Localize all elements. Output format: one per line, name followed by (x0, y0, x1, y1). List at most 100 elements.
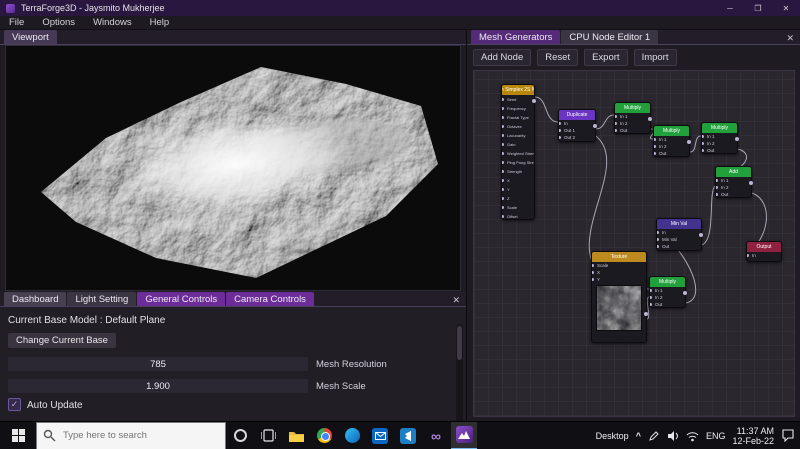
input-pin[interactable] (502, 152, 504, 155)
input-pin[interactable] (650, 289, 652, 292)
input-pin[interactable] (702, 149, 704, 152)
input-pin[interactable] (654, 152, 656, 155)
edge-button[interactable] (338, 422, 366, 449)
language-indicator[interactable]: ENG (706, 431, 726, 441)
close-button[interactable]: ✕ (772, 0, 800, 16)
output-pin[interactable] (648, 117, 652, 121)
taskbar-clock[interactable]: 11:37 AM 12-Feb-22 (732, 426, 774, 446)
output-pin[interactable] (532, 99, 536, 103)
menu-help[interactable]: Help (141, 16, 179, 29)
task-view-button[interactable] (254, 422, 282, 449)
menu-file[interactable]: File (0, 16, 33, 29)
node-multiply-4[interactable]: Multiply In 1 In 2 Out (649, 276, 687, 308)
output-pin[interactable] (683, 291, 687, 295)
vscode-button[interactable] (394, 422, 422, 449)
minimize-button[interactable]: ─ (716, 0, 744, 16)
node-texture[interactable]: Texture Scale X Y (591, 251, 648, 343)
export-button[interactable]: Export (584, 49, 628, 66)
input-pin[interactable] (702, 135, 704, 138)
input-pin[interactable] (654, 138, 656, 141)
desktop-toolbar-label[interactable]: Desktop (596, 431, 629, 441)
input-pin[interactable] (592, 264, 594, 267)
change-current-base-button[interactable]: Change Current Base (8, 333, 116, 348)
input-pin[interactable] (502, 179, 504, 182)
volume-icon[interactable] (667, 430, 679, 442)
tab-dashboard[interactable]: Dashboard (4, 292, 67, 306)
tab-viewport[interactable]: Viewport (4, 30, 57, 44)
output-pin[interactable] (687, 140, 691, 144)
input-pin[interactable] (502, 215, 504, 218)
add-node-button[interactable]: Add Node (473, 49, 532, 66)
input-pin[interactable] (502, 206, 504, 209)
file-explorer-button[interactable] (282, 422, 310, 449)
node-output[interactable]: Output In (746, 241, 782, 262)
input-pin[interactable] (559, 129, 561, 132)
viewport-3d-view[interactable] (5, 45, 461, 291)
tab-mesh-generators[interactable]: Mesh Generators (471, 30, 561, 44)
input-pin[interactable] (502, 116, 504, 119)
node-min-val[interactable]: Min Val In Min Val Out (656, 218, 703, 251)
reset-button[interactable]: Reset (537, 49, 579, 66)
input-pin[interactable] (615, 129, 617, 132)
visual-studio-button[interactable]: ∞ (422, 422, 450, 449)
input-pin[interactable] (592, 271, 594, 274)
input-pin[interactable] (657, 238, 659, 241)
input-pin[interactable] (502, 98, 504, 101)
input-pin[interactable] (502, 134, 504, 137)
tab-camera-controls[interactable]: Camera Controls (226, 292, 314, 306)
input-pin[interactable] (657, 231, 659, 234)
auto-update-checkbox[interactable]: ✓ (8, 398, 21, 411)
input-pin[interactable] (502, 188, 504, 191)
mesh-resolution-input[interactable]: 785 (8, 357, 308, 371)
start-button[interactable] (0, 422, 36, 449)
input-pin[interactable] (559, 136, 561, 139)
network-icon[interactable] (686, 430, 699, 442)
input-pin[interactable] (502, 161, 504, 164)
node-editor-close-icon[interactable]: ✕ (786, 33, 794, 44)
search-input[interactable] (36, 421, 226, 449)
node-add[interactable]: Add In 1 In 2 Out (715, 166, 753, 198)
tab-cpu-node-editor[interactable]: CPU Node Editor 1 (561, 30, 659, 44)
node-duplicate[interactable]: Duplicate In Out 1 Out 2 (558, 109, 597, 142)
title-bar[interactable]: TerraForge3D - Jaysmito Mukherjee ─ ❐ ✕ (0, 0, 800, 16)
input-pin[interactable] (654, 145, 656, 148)
node-graph-canvas[interactable]: Open Simplex 2S Noise SeedFrequencyFract… (473, 70, 795, 417)
input-pin[interactable] (592, 278, 594, 281)
input-pin[interactable] (502, 170, 504, 173)
import-button[interactable]: Import (633, 49, 677, 66)
node-multiply-2[interactable]: Multiply In 1 In 2 Out (653, 125, 691, 157)
output-pin[interactable] (735, 137, 739, 141)
input-pin[interactable] (702, 142, 704, 145)
mail-button[interactable] (366, 422, 394, 449)
output-pin[interactable] (699, 233, 703, 237)
input-pin[interactable] (716, 179, 718, 182)
input-pin[interactable] (502, 107, 504, 110)
chevron-up-icon[interactable]: ^ (636, 431, 641, 441)
node-multiply-3[interactable]: Multiply In 1 In 2 Out (701, 122, 739, 154)
output-pin[interactable] (593, 124, 597, 128)
input-pin[interactable] (615, 122, 617, 125)
menu-options[interactable]: Options (33, 16, 84, 29)
dashboard-close-icon[interactable]: ✕ (452, 295, 460, 306)
input-pin[interactable] (559, 122, 561, 125)
terraforge-taskbar-button[interactable] (450, 421, 478, 449)
menu-windows[interactable]: Windows (84, 16, 141, 29)
input-pin[interactable] (657, 245, 659, 248)
node-open-simplex-noise[interactable]: Open Simplex 2S Noise SeedFrequencyFract… (501, 84, 536, 220)
taskbar-search[interactable] (36, 421, 226, 449)
input-pin[interactable] (650, 303, 652, 306)
tab-light-setting[interactable]: Light Setting (67, 292, 137, 306)
maximize-button[interactable]: ❐ (744, 0, 772, 16)
output-pin[interactable] (749, 181, 753, 185)
dashboard-scrollbar[interactable] (456, 324, 463, 421)
input-pin[interactable] (502, 143, 504, 146)
chrome-button[interactable] (310, 422, 338, 449)
input-pin[interactable] (650, 296, 652, 299)
input-pin[interactable] (716, 193, 718, 196)
input-pin[interactable] (502, 197, 504, 200)
input-pin[interactable] (502, 125, 504, 128)
scrollbar-thumb[interactable] (457, 326, 462, 360)
action-center-icon[interactable] (781, 429, 795, 442)
pen-icon[interactable] (648, 430, 660, 442)
tab-general-controls[interactable]: General Controls (137, 292, 226, 306)
